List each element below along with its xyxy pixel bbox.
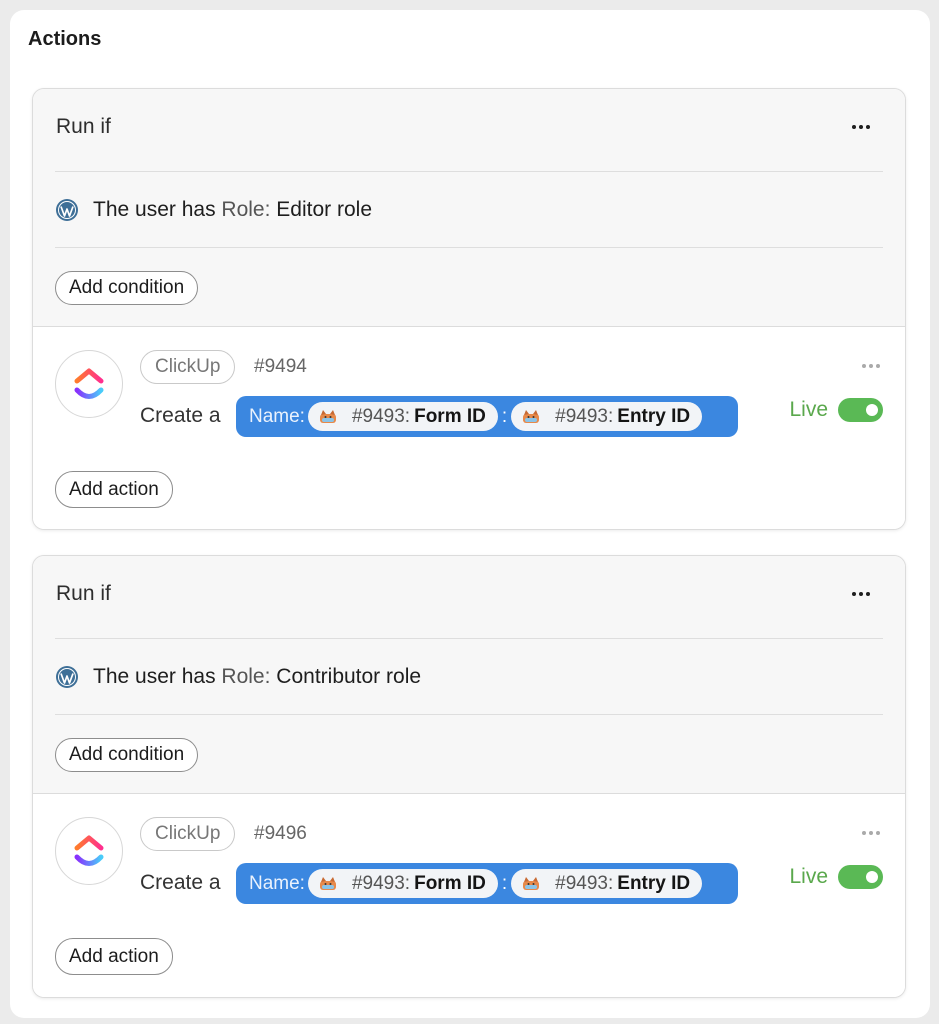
action-card: ClickUp #9496 Create a Name: #9493: Form… — [33, 795, 905, 997]
condition-value: Contributor — [276, 665, 381, 688]
clickup-icon — [74, 368, 104, 399]
action-card: ClickUp #9494 Create a Name: #9493: Form… — [33, 328, 905, 529]
run-if-label: Run if — [56, 115, 111, 138]
add-condition-button[interactable]: Add condition — [55, 738, 199, 772]
action-id: #9494 — [254, 356, 307, 377]
live-toggle[interactable] — [838, 865, 883, 889]
token-separator: : — [501, 405, 508, 427]
condition-text: The user has Role: Contributor role — [93, 665, 421, 689]
app-logo — [55, 817, 123, 885]
live-status: Live — [789, 398, 883, 422]
condition-value: Editor — [276, 198, 332, 221]
name-label: Name: — [249, 872, 305, 894]
run-if-label: Run if — [56, 582, 111, 605]
run-if-menu-button[interactable] — [849, 115, 873, 139]
name-field-pill[interactable]: Name: #9493: Form ID : #9493: Entry ID — [236, 863, 738, 904]
formidable-cat-icon — [319, 409, 336, 423]
condition-row[interactable]: The user has Role: Editor role — [55, 197, 372, 223]
condition-field: Role: — [221, 198, 271, 221]
clickup-icon — [74, 835, 104, 866]
app-chip[interactable]: ClickUp — [140, 350, 236, 384]
token-ref: #9493: — [555, 405, 614, 427]
token-field: Form ID — [414, 405, 486, 427]
live-toggle[interactable] — [838, 398, 883, 422]
live-label: Live — [789, 398, 828, 421]
condition-prefix: The user has — [93, 665, 216, 688]
action-verb: Create a — [140, 404, 221, 427]
formidable-cat-icon — [523, 876, 540, 890]
token-entry-id[interactable]: #9493: Entry ID — [511, 402, 703, 431]
action-id: #9496 — [254, 823, 307, 844]
formidable-cat-icon — [523, 409, 540, 423]
add-action-button[interactable]: Add action — [55, 471, 173, 508]
token-entry-id[interactable]: #9493: Entry ID — [511, 869, 703, 898]
token-field: Entry ID — [617, 405, 691, 427]
divider — [55, 171, 883, 172]
divider — [55, 714, 883, 715]
divider — [55, 638, 883, 639]
action-group: Run if The user has Role: Contributor ro… — [32, 555, 906, 998]
name-label: Name: — [249, 405, 305, 427]
condition-text: The user has Role: Editor role — [93, 198, 372, 222]
token-ref: #9493: — [351, 872, 411, 894]
wordpress-icon — [56, 199, 78, 221]
condition-suffix: role — [386, 665, 422, 688]
token-ref: #9493: — [555, 872, 614, 894]
token-field: Entry ID — [617, 872, 691, 894]
more-horizontal-icon — [862, 831, 866, 835]
run-if-section: Run if The user has Role: Editor role Ad… — [33, 89, 905, 327]
run-if-menu-button[interactable] — [849, 582, 873, 606]
more-horizontal-icon — [862, 364, 866, 368]
condition-suffix: role — [337, 198, 373, 221]
condition-field: Role: — [221, 665, 271, 688]
wordpress-icon — [56, 666, 78, 688]
condition-row[interactable]: The user has Role: Contributor role — [55, 664, 421, 690]
add-condition-button[interactable]: Add condition — [55, 271, 199, 305]
token-ref: #9493: — [351, 405, 411, 427]
more-horizontal-icon — [852, 125, 856, 129]
token-form-id[interactable]: #9493: Form ID — [307, 402, 498, 431]
divider — [55, 247, 883, 248]
app-chip[interactable]: ClickUp — [140, 817, 236, 851]
app-logo — [55, 350, 123, 418]
token-field: Form ID — [414, 872, 486, 894]
more-horizontal-icon — [852, 592, 856, 596]
formidable-cat-icon — [319, 876, 336, 890]
condition-prefix: The user has — [93, 198, 216, 221]
panel-title: Actions — [28, 28, 102, 50]
add-action-button[interactable]: Add action — [55, 938, 173, 975]
action-verb: Create a — [140, 871, 221, 894]
action-group: Run if The user has Role: Editor role Ad… — [32, 88, 906, 530]
live-label: Live — [789, 865, 828, 888]
actions-panel: Actions Run if The user has Role: Editor — [10, 10, 930, 1018]
token-form-id[interactable]: #9493: Form ID — [307, 869, 498, 898]
action-menu-button[interactable] — [859, 356, 883, 376]
live-status: Live — [789, 865, 883, 889]
action-menu-button[interactable] — [859, 823, 883, 843]
name-field-pill[interactable]: Name: #9493: Form ID : #9493: Entry ID — [236, 396, 738, 437]
run-if-section: Run if The user has Role: Contributor ro… — [33, 556, 905, 794]
token-separator: : — [501, 872, 508, 894]
